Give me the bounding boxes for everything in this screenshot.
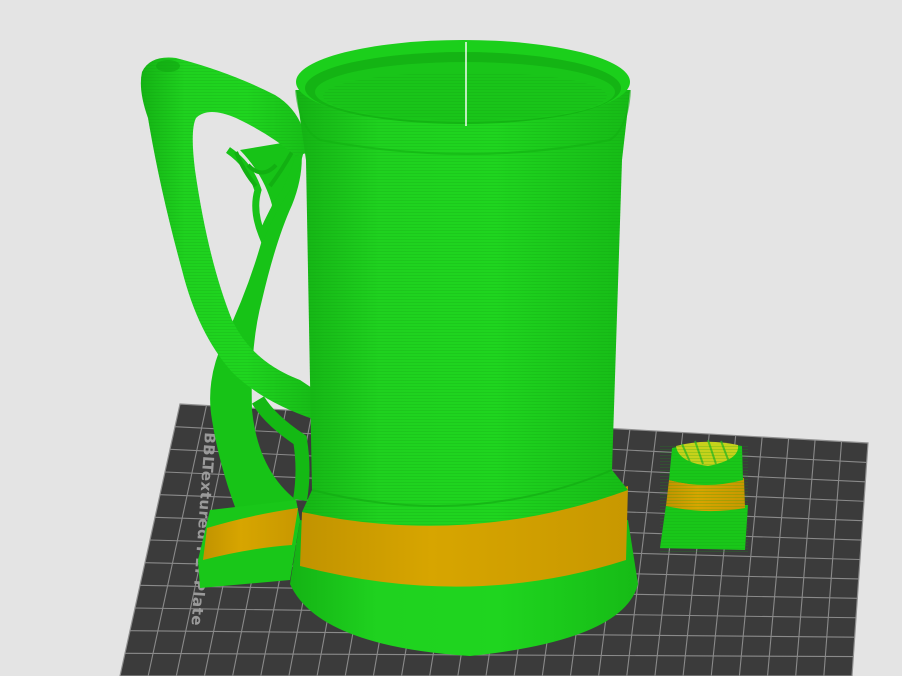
mug-body[interactable] (290, 40, 638, 656)
side-part[interactable] (660, 439, 748, 552)
mug-handle (140, 57, 318, 421)
sliced-preview-scene[interactable]: BBL Textured PEI Plate (0, 0, 902, 676)
3d-preview-viewport[interactable]: BBL Textured PEI Plate (0, 0, 902, 676)
